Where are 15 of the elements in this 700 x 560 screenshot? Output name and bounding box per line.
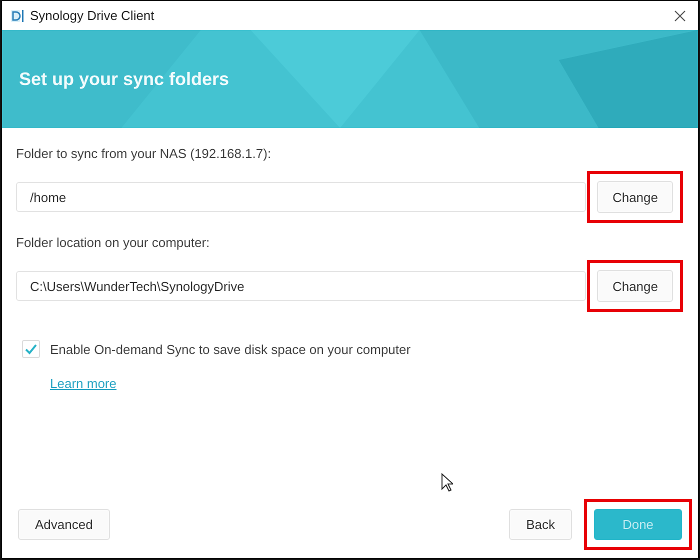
field-label: Folder location on your computer: [16,235,211,250]
footer-button[interactable]: Advanced [18,509,110,540]
app-logo-icon [10,8,24,22]
window-title: Synology Drive Client [30,8,156,23]
path-field[interactable]: /home [16,182,586,212]
field-label: Folder to sync from your NAS (192.168.1.7): [16,146,272,161]
close-icon[interactable] [674,10,686,22]
banner-title: Set up your sync folders [19,68,230,90]
footer-button[interactable]: Back [509,509,572,540]
checkbox[interactable] [22,340,40,358]
checkbox-label: Enable On-demand Sync to save disk space on your computer [50,342,411,356]
change-button[interactable]: Change [597,181,673,213]
change-button[interactable]: Change [597,270,673,302]
mouse-pointer-icon [441,473,453,493]
path-field[interactable]: C:\Users\WunderTech\SynologyDrive [16,271,586,301]
